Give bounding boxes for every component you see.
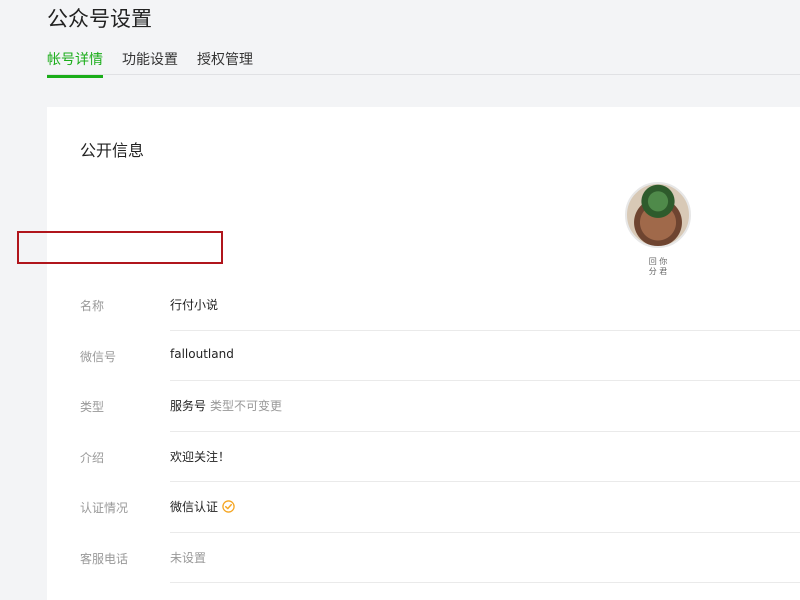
row-label: 类型 bbox=[80, 400, 105, 414]
info-list: 名称 行付小说 微信号 falloutland 类型 服务号 类型不可变更 介绍… bbox=[47, 280, 800, 583]
type-value: 服务号 bbox=[170, 399, 207, 413]
row-wechat-id: 微信号 falloutland bbox=[80, 331, 800, 381]
row-value: 欢迎关注！ bbox=[170, 448, 230, 465]
name-value: 行付小说 bbox=[170, 298, 219, 312]
row-service-phone: 客服电话 未设置 bbox=[80, 533, 800, 583]
highlight-box bbox=[17, 231, 223, 264]
page-title: 公众号设置 bbox=[47, 7, 152, 31]
row-intro: 介绍 欢迎关注！ bbox=[80, 432, 800, 482]
info-card: 公开信息 回 你 分 君 名称 行付小说 微信号 falloutland 类型 … bbox=[47, 107, 800, 600]
row-value: 微信认证 bbox=[170, 498, 235, 515]
avatar-block: 回 你 分 君 bbox=[625, 182, 691, 277]
verified-check-icon bbox=[222, 500, 235, 513]
row-label: 微信号 bbox=[80, 349, 117, 364]
row-label: 认证情况 bbox=[80, 501, 129, 515]
avatar[interactable] bbox=[625, 182, 691, 248]
row-value: 行付小说 bbox=[170, 296, 218, 313]
verification-value: 微信认证 bbox=[170, 500, 219, 514]
row-verification: 认证情况 微信认证 bbox=[80, 482, 800, 533]
row-label: 名称 bbox=[80, 299, 105, 313]
tabs-divider bbox=[47, 74, 800, 75]
wechat-id-value: falloutland bbox=[170, 346, 234, 361]
service-phone-value: 未设置 bbox=[170, 550, 207, 565]
section-title: 公开信息 bbox=[80, 141, 145, 160]
row-label: 客服电话 bbox=[80, 551, 129, 566]
qr-code-label[interactable]: 回 你 分 君 bbox=[647, 257, 669, 277]
row-value: 未设置 bbox=[170, 549, 206, 566]
row-value: 服务号 类型不可变更 bbox=[170, 397, 282, 414]
type-note: 类型不可变更 bbox=[210, 399, 283, 413]
row-label: 介绍 bbox=[80, 450, 105, 465]
row-name: 名称 行付小说 bbox=[80, 280, 800, 331]
intro-value: 欢迎关注！ bbox=[170, 449, 231, 464]
row-type: 类型 服务号 类型不可变更 bbox=[80, 381, 800, 432]
row-value: falloutland bbox=[170, 347, 234, 361]
